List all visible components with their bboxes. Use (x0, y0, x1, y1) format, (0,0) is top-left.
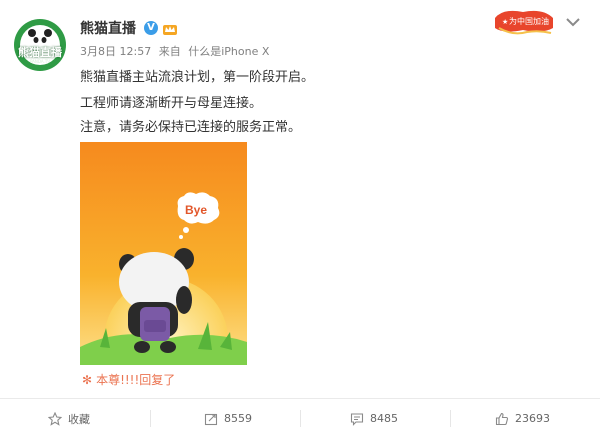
share-count: 8559 (224, 412, 252, 425)
favorite-button[interactable]: 收藏 (48, 400, 90, 437)
author-avatar[interactable]: 熊猫直播 PANDA.TV (14, 19, 66, 71)
post-via-device[interactable]: 什么是iPhone X (188, 45, 269, 58)
banner-label: 为中国加油 (509, 16, 549, 26)
reply-text: 本尊!!!!回复了 (96, 373, 176, 387)
author-reply-notice[interactable]: ✻ 本尊!!!!回复了 (82, 371, 175, 388)
action-separator (450, 410, 451, 427)
post-via-prefix: 来自 (158, 45, 181, 58)
share-button[interactable]: 8559 (204, 400, 252, 437)
post-text-line: 工程师请逐渐断开与母星连接。 (80, 96, 263, 111)
china-support-banner[interactable]: ★ 为中国加油 (493, 6, 555, 36)
post-date[interactable]: 3月8日 12:57 (80, 45, 151, 58)
action-bar-divider (0, 398, 600, 399)
weibo-post-card: 熊猫直播 PANDA.TV 熊猫直播 V 3月8日 12:57 来自 什么是iP… (0, 0, 600, 437)
post-text-line: 熊猫直播主站流浪计划，第一阶段开启。 (80, 70, 315, 85)
verified-icon[interactable]: V (144, 21, 158, 35)
thumbs-up-icon (495, 412, 509, 425)
share-icon (204, 413, 218, 425)
like-count: 23693 (515, 412, 550, 425)
svg-text:★: ★ (502, 18, 508, 26)
favorite-label: 收藏 (68, 412, 90, 426)
flower-icon: ✻ (82, 373, 93, 387)
post-meta: 3月8日 12:57 来自 什么是iPhone X (80, 43, 273, 59)
comment-button[interactable]: 8485 (350, 400, 398, 437)
action-separator (150, 410, 151, 427)
author-name[interactable]: 熊猫直播 (80, 18, 136, 38)
avatar-brand-text: 熊猫直播 (18, 46, 62, 59)
comment-icon (350, 412, 364, 426)
bubble-text: Bye (185, 203, 207, 217)
star-icon (48, 411, 62, 426)
vip-crown-icon[interactable] (162, 21, 178, 35)
comment-count: 8485 (370, 412, 398, 425)
avatar-brand-subtext: PANDA.TV (29, 59, 50, 64)
post-text-line: 注意，请务必保持已连接的服务正常。 (80, 120, 302, 135)
like-button[interactable]: 23693 (495, 400, 550, 437)
action-separator (300, 410, 301, 427)
chevron-down-icon[interactable] (565, 13, 581, 27)
post-image[interactable]: Bye (80, 142, 247, 365)
